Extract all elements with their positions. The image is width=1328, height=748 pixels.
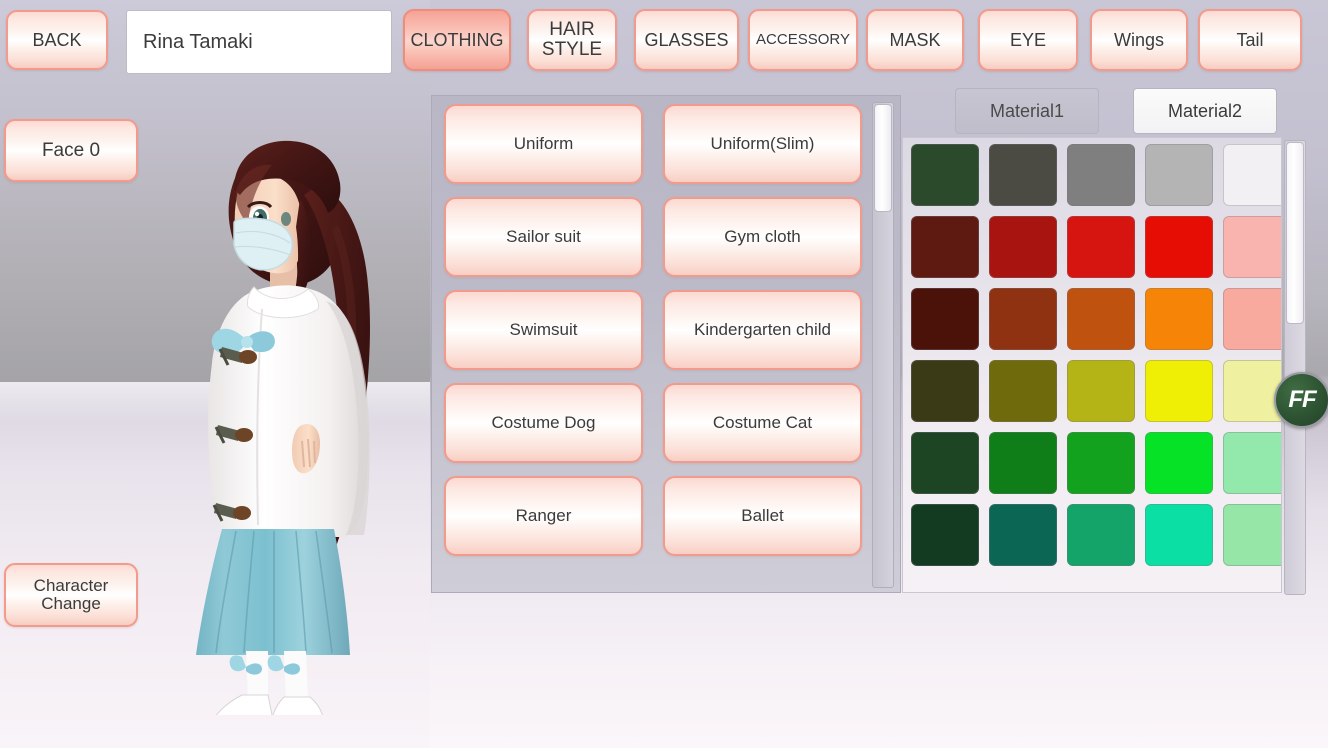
face-button-label: Face 0 (41, 139, 101, 161)
skirt (196, 529, 350, 655)
character-change-button[interactable]: Character Change (0, 562, 142, 628)
color-swatch[interactable] (1145, 360, 1213, 422)
shoe-right (272, 696, 323, 715)
tab-hairstyle-label: HAIR STYLE (541, 19, 603, 60)
clothing-item[interactable]: Gym cloth (663, 197, 862, 277)
color-swatch[interactable] (1223, 144, 1281, 206)
clothing-list-panel: Uniform Uniform(Slim) Sailor suit Gym cloth… (431, 95, 901, 593)
clothing-item[interactable]: Uniform (444, 104, 643, 184)
tab-wings[interactable]: Wings (1086, 8, 1192, 72)
tab-tail-label: Tail (1236, 29, 1264, 50)
tab-mask-label: MASK (889, 29, 941, 50)
color-swatch[interactable] (1223, 216, 1281, 278)
clothing-row: Costume Dog Costume Cat (432, 383, 874, 463)
clothing-item[interactable]: Ballet (663, 476, 862, 556)
color-swatch[interactable] (911, 360, 979, 422)
color-palette-panel (902, 137, 1282, 593)
clothing-item[interactable]: Costume Cat (663, 383, 862, 463)
clothing-list-scroll-area[interactable]: Uniform Uniform(Slim) Sailor suit Gym cloth… (432, 96, 874, 592)
palette-scrollbar[interactable] (1284, 140, 1306, 595)
color-swatch[interactable] (911, 216, 979, 278)
material2-label: Material2 (1167, 100, 1243, 121)
tab-tail[interactable]: Tail (1194, 8, 1306, 72)
ff-badge-label: FF (1288, 386, 1316, 413)
sock-left (246, 651, 268, 701)
clothing-item[interactable]: Kindergarten child (663, 290, 862, 370)
tab-hairstyle[interactable]: HAIR STYLE (523, 8, 621, 72)
color-swatch[interactable] (1067, 360, 1135, 422)
character-name-value: Rina Tamaki (143, 30, 253, 53)
clothing-item[interactable]: Ranger (444, 476, 643, 556)
color-swatch[interactable] (911, 144, 979, 206)
palette-scroll-thumb[interactable] (1286, 142, 1304, 324)
ff-circle-icon[interactable]: FF (1274, 372, 1328, 428)
tab-material1[interactable]: Material1 (955, 88, 1099, 134)
tab-mask[interactable]: MASK (862, 8, 968, 72)
tab-accessory[interactable]: ACCESSORY (744, 8, 862, 72)
back-button-label: BACK (32, 29, 82, 50)
app-root: BACK Rina Tamaki CLOTHING HAIR STYLE GLA… (0, 0, 1328, 748)
face-button[interactable]: Face 0 (0, 118, 142, 183)
color-swatch[interactable] (1145, 432, 1213, 494)
color-swatch[interactable] (1223, 432, 1281, 494)
tab-material2[interactable]: Material2 (1133, 88, 1277, 134)
clothing-row: Sailor suit Gym cloth (432, 197, 874, 277)
clothing-item[interactable]: Uniform(Slim) (663, 104, 862, 184)
color-swatch[interactable] (1067, 144, 1135, 206)
character-name-input[interactable]: Rina Tamaki (126, 10, 392, 74)
tab-clothing[interactable]: CLOTHING (399, 8, 515, 72)
color-swatch[interactable] (989, 360, 1057, 422)
color-swatch-grid[interactable] (903, 138, 1281, 572)
sock-right (284, 651, 308, 703)
color-swatch[interactable] (911, 288, 979, 350)
shoe-left (215, 694, 273, 715)
clothing-row: Uniform Uniform(Slim) (432, 104, 874, 184)
character-change-label: Character Change (33, 576, 109, 613)
color-swatch[interactable] (1067, 216, 1135, 278)
color-swatch[interactable] (1067, 504, 1135, 566)
tab-clothing-label: CLOTHING (410, 29, 504, 50)
color-swatch[interactable] (911, 432, 979, 494)
color-swatch[interactable] (989, 288, 1057, 350)
tab-wings-label: Wings (1113, 29, 1164, 50)
color-swatch[interactable] (911, 504, 979, 566)
top-toolbar: BACK Rina Tamaki CLOTHING HAIR STYLE GLA… (0, 0, 1328, 86)
clothing-item[interactable]: Swimsuit (444, 290, 643, 370)
material1-label: Material1 (989, 100, 1065, 121)
color-swatch[interactable] (989, 504, 1057, 566)
color-swatch[interactable] (989, 144, 1057, 206)
color-swatch[interactable] (1145, 216, 1213, 278)
color-swatch[interactable] (989, 432, 1057, 494)
clothing-list-scroll-thumb[interactable] (874, 104, 892, 212)
clothing-row: Swimsuit Kindergarten child (432, 290, 874, 370)
color-swatch[interactable] (1223, 360, 1281, 422)
tab-glasses-label: GLASSES (644, 29, 729, 50)
character-preview-stage[interactable] (0, 0, 430, 748)
color-swatch[interactable] (1223, 504, 1281, 566)
character-model[interactable] (150, 95, 430, 715)
tab-accessory-label: ACCESSORY (756, 31, 850, 49)
tab-eye-label: EYE (1009, 29, 1047, 50)
color-swatch[interactable] (1067, 288, 1135, 350)
color-swatch[interactable] (1145, 144, 1213, 206)
tab-glasses[interactable]: GLASSES (630, 8, 743, 72)
color-swatch[interactable] (1145, 504, 1213, 566)
clothing-row: Ranger Ballet (432, 476, 874, 556)
clothing-item[interactable]: Costume Dog (444, 383, 643, 463)
back-button[interactable]: BACK (2, 9, 112, 71)
color-swatch[interactable] (1067, 432, 1135, 494)
color-swatch[interactable] (989, 216, 1057, 278)
color-swatch[interactable] (1145, 288, 1213, 350)
tab-eye[interactable]: EYE (974, 8, 1082, 72)
clothing-item[interactable]: Sailor suit (444, 197, 643, 277)
clothing-list-scrollbar[interactable] (872, 102, 894, 588)
color-swatch[interactable] (1223, 288, 1281, 350)
